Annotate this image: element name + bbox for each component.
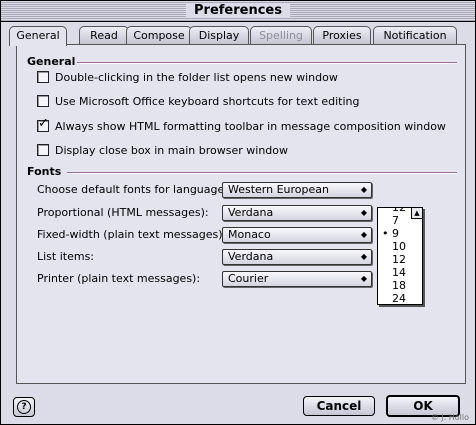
tab-notification[interactable]: Notification	[373, 26, 457, 44]
language-popup[interactable]: Western European ◆	[222, 182, 372, 198]
updown-arrow-icon: ◆	[360, 274, 367, 283]
proportional-label: Proportional (HTML messages):	[37, 206, 209, 219]
size-item[interactable]: 7	[378, 214, 422, 227]
fonts-heading: Fonts	[27, 165, 62, 178]
checkmark-icon: ✓	[38, 116, 49, 131]
cancel-button[interactable]: Cancel	[303, 396, 375, 416]
printer-font-popup[interactable]: Courier ◆	[222, 271, 372, 287]
checkbox[interactable]	[37, 95, 49, 107]
updown-arrow-icon: ◆	[360, 185, 367, 194]
title-bar[interactable]: Preferences	[1, 1, 475, 22]
tab-panel-general: General Double-clicking in the folder li…	[16, 44, 466, 384]
bullet-icon: •	[382, 227, 389, 240]
option-html-toolbar[interactable]: ✓ Always show HTML formatting toolbar in…	[37, 116, 446, 134]
option-close-box[interactable]: Display close box in main browser window	[37, 142, 288, 158]
tab-spelling: Spelling	[250, 26, 312, 44]
tab-display[interactable]: Display	[189, 26, 249, 44]
window-title: Preferences	[186, 3, 290, 18]
checkbox[interactable]	[37, 144, 49, 156]
fixed-width-font-popup[interactable]: Monaco ◆	[222, 227, 372, 243]
size-item-selected[interactable]: • 9	[378, 227, 422, 240]
preferences-window: Preferences General Read Compose Display…	[0, 0, 476, 425]
language-label: Choose default fonts for language:	[37, 183, 228, 196]
help-icon: ?	[17, 400, 31, 414]
size-item[interactable]: 12	[378, 253, 422, 266]
updown-arrow-icon: ◆	[360, 230, 367, 239]
updown-arrow-icon: ◆	[360, 252, 367, 261]
updown-arrow-icon: ◆	[360, 208, 367, 217]
tab-compose[interactable]: Compose	[126, 26, 192, 44]
size-item[interactable]: 24	[378, 292, 422, 304]
option-double-click-new-window[interactable]: Double-clicking in the folder list opens…	[37, 69, 338, 85]
tab-general[interactable]: General	[9, 26, 67, 46]
size-item[interactable]: 14	[378, 266, 422, 279]
checkbox-checked[interactable]: ✓	[37, 116, 49, 132]
proportional-font-popup[interactable]: Verdana ◆	[222, 205, 372, 221]
checkbox[interactable]	[37, 71, 49, 83]
option-office-shortcuts[interactable]: Use Microsoft Office keyboard shortcuts …	[37, 93, 360, 109]
fonts-divider	[67, 172, 457, 174]
printer-label: Printer (plain text messages):	[37, 272, 201, 285]
help-button[interactable]: ?	[13, 397, 35, 417]
fixed-width-label: Fixed-width (plain text messages):	[37, 228, 227, 241]
tab-read[interactable]: Read	[79, 26, 129, 44]
list-items-label: List items:	[37, 250, 95, 263]
size-item[interactable]: 10	[378, 240, 422, 253]
tab-proxies[interactable]: Proxies	[313, 26, 371, 44]
general-divider	[77, 62, 457, 64]
list-items-font-popup[interactable]: Verdana ◆	[222, 249, 372, 265]
font-size-menu[interactable]: 12 ▲ 7 • 9 10 12 14 18 24	[377, 207, 423, 305]
size-item[interactable]: 18	[378, 279, 422, 292]
copyright-watermark: © J. Hollo	[430, 413, 469, 422]
general-heading: General	[27, 55, 76, 68]
